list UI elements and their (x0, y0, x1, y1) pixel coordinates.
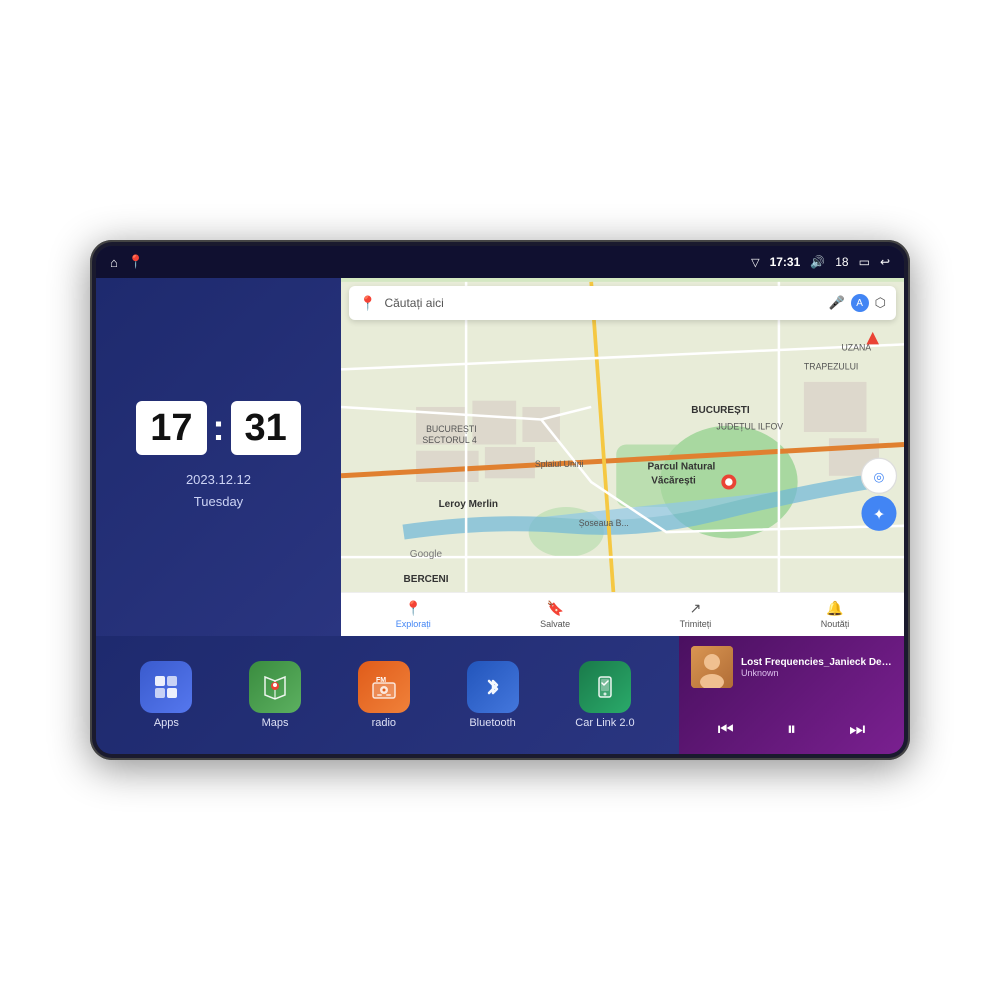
svg-text:TRAPEZULUI: TRAPEZULUI (804, 361, 858, 371)
music-metadata: Lost Frequencies_Janieck Devy-... Unknow… (741, 657, 892, 678)
play-pause-button[interactable]: ⏸ (779, 715, 804, 744)
svg-text:Parcul Natural: Parcul Natural (648, 462, 716, 473)
device-screen: ⌂ 📍 ▽ 17:31 🔊 18 ▭ ↩ 17 : (96, 246, 904, 754)
music-info: Lost Frequencies_Janieck Devy-... Unknow… (691, 646, 892, 688)
svg-text:✦: ✦ (873, 507, 886, 524)
next-button[interactable]: ⏭ (841, 715, 873, 744)
svg-text:FM: FM (376, 677, 386, 684)
app-item-carlink[interactable]: Car Link 2.0 (575, 661, 634, 729)
maps-icon (249, 661, 301, 713)
map-nav-saved[interactable]: 🔖 Salvate (540, 600, 570, 629)
svg-text:Leroy Merlin: Leroy Merlin (439, 499, 498, 510)
back-icon[interactable]: ↩ (880, 255, 890, 269)
share-icon: ↗ (690, 600, 702, 617)
map-nav-explore[interactable]: 📍 Explorați (396, 600, 431, 629)
map-nav-explore-label: Explorați (396, 619, 431, 629)
app-item-apps[interactable]: Apps (140, 661, 192, 729)
microphone-icon[interactable]: 🎤 (828, 295, 844, 311)
carlink-label: Car Link 2.0 (575, 717, 634, 729)
layers-icon[interactable]: ⬡ (875, 295, 886, 311)
map-background: Parcul Natural Văcărești Leroy Merlin BU… (341, 278, 904, 636)
clock-date: 2023.12.12 Tuesday (186, 469, 251, 513)
saved-icon: 🔖 (546, 600, 563, 617)
home-icon[interactable]: ⌂ (110, 255, 118, 270)
music-artist: Unknown (741, 668, 892, 678)
map-search-bar[interactable]: 📍 Căutați aici 🎤 A ⬡ (349, 286, 896, 320)
explore-icon: 📍 (405, 600, 422, 617)
app-item-maps[interactable]: Maps (249, 661, 301, 729)
map-panel[interactable]: 📍 Căutați aici 🎤 A ⬡ (341, 278, 904, 636)
battery-icon: ▭ (859, 255, 870, 269)
map-bottom-bar: 📍 Explorați 🔖 Salvate ↗ Trimiteți 🔔 (341, 592, 904, 636)
app-item-bluetooth[interactable]: Bluetooth (467, 661, 519, 729)
svg-text:Splaiul Unirii: Splaiul Unirii (535, 459, 584, 469)
map-nav-news[interactable]: 🔔 Noutăți (821, 600, 850, 629)
map-nav-share-label: Trimiteți (680, 619, 712, 629)
device-frame: ⌂ 📍 ▽ 17:31 🔊 18 ▭ ↩ 17 : (90, 240, 910, 760)
location-icon[interactable]: 📍 (128, 254, 144, 270)
clock-hour: 17 (136, 401, 206, 455)
clock-colon: : (213, 410, 225, 446)
map-marker-icon: 📍 (359, 295, 376, 312)
map-nav-saved-label: Salvate (540, 619, 570, 629)
svg-text:Șoseaua B...: Șoseaua B... (579, 518, 629, 528)
news-icon: 🔔 (826, 600, 843, 617)
map-svg: Parcul Natural Văcărești Leroy Merlin BU… (341, 278, 904, 636)
svg-text:BUCUREȘTI: BUCUREȘTI (426, 424, 477, 434)
clock-minute: 31 (231, 401, 301, 455)
carlink-icon (579, 661, 631, 713)
music-title: Lost Frequencies_Janieck Devy-... (741, 657, 892, 668)
bottom-row: Apps Maps (96, 636, 904, 754)
clock-display: 17 : 31 (136, 401, 301, 455)
status-time: 17:31 (770, 255, 801, 269)
account-icon[interactable]: A (851, 294, 869, 312)
svg-text:SECTORUL 4: SECTORUL 4 (422, 435, 477, 445)
prev-button[interactable]: ⏮ (710, 715, 742, 744)
bluetooth-label: Bluetooth (469, 717, 515, 729)
status-left-icons: ⌂ 📍 (110, 254, 144, 270)
svg-text:◎: ◎ (874, 470, 885, 484)
main-content: 17 : 31 2023.12.12 Tuesday 📍 Căutați aic… (96, 278, 904, 754)
svg-text:Văcărești: Văcărești (651, 475, 696, 486)
apps-label: Apps (154, 717, 179, 729)
svg-text:BUCUREȘTI: BUCUREȘTI (691, 405, 750, 416)
radio-icon: FM (358, 661, 410, 713)
map-search-actions: 🎤 A ⬡ (828, 294, 886, 312)
svg-text:Google: Google (410, 549, 443, 560)
apps-icon (140, 661, 192, 713)
maps-label: Maps (262, 717, 289, 729)
svg-text:BERCENI: BERCENI (404, 574, 449, 585)
music-controls: ⏮ ⏸ ⏭ (691, 715, 892, 744)
music-player: Lost Frequencies_Janieck Devy-... Unknow… (679, 636, 904, 754)
volume-icon: 🔊 (810, 255, 825, 269)
clock-panel: 17 : 31 2023.12.12 Tuesday (96, 278, 341, 636)
status-bar: ⌂ 📍 ▽ 17:31 🔊 18 ▭ ↩ (96, 246, 904, 278)
app-item-radio[interactable]: FM radio (358, 661, 410, 729)
svg-text:JUDEȚUL ILFOV: JUDEȚUL ILFOV (716, 421, 783, 431)
status-right-info: ▽ 17:31 🔊 18 ▭ ↩ (751, 255, 890, 269)
map-nav-news-label: Noutăți (821, 619, 850, 629)
bluetooth-icon (467, 661, 519, 713)
map-nav-share[interactable]: ↗ Trimiteți (680, 600, 712, 629)
volume-level: 18 (835, 255, 848, 269)
radio-label: radio (372, 717, 396, 729)
music-thumbnail (691, 646, 733, 688)
signal-icon: ▽ (751, 256, 759, 269)
map-search-placeholder: Căutați aici (384, 296, 820, 310)
top-row: 17 : 31 2023.12.12 Tuesday 📍 Căutați aic… (96, 278, 904, 636)
apps-bar: Apps Maps (96, 636, 679, 754)
